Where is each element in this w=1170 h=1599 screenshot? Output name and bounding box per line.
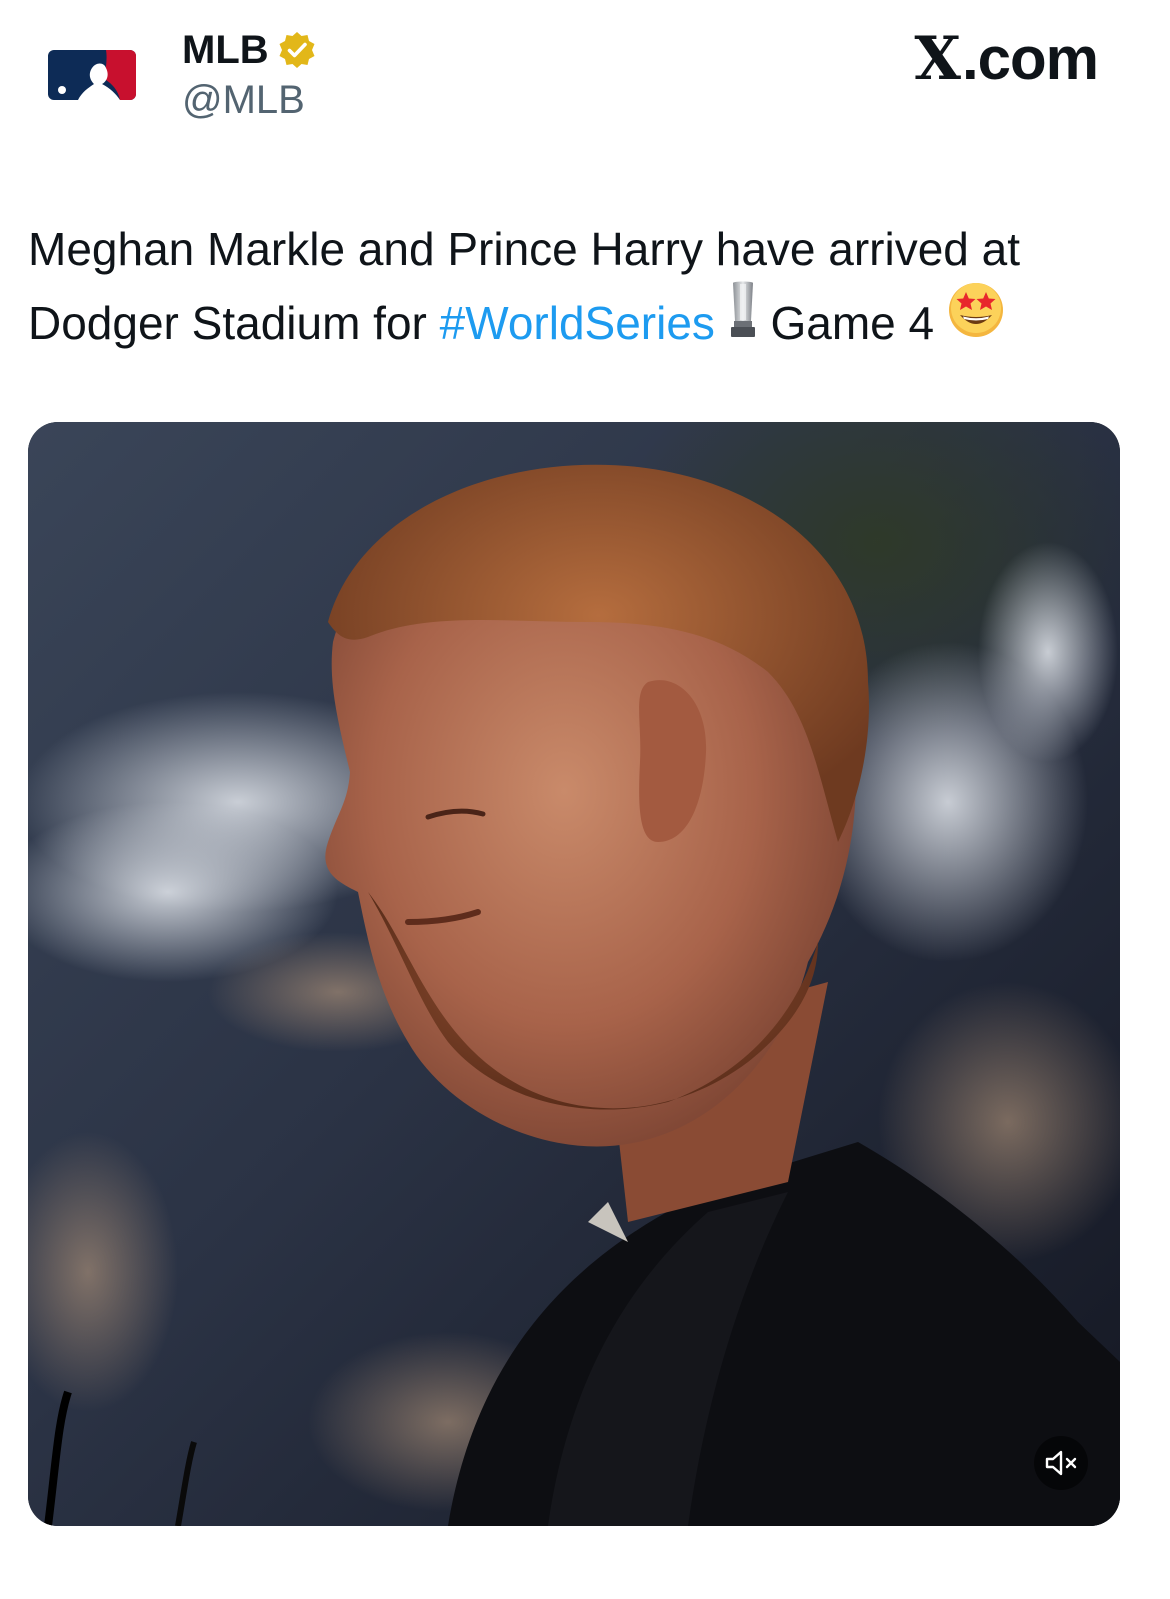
x-com-label: .com (961, 25, 1099, 92)
x-logo-icon: X (914, 24, 961, 94)
tweet-text: Meghan Markle and Prince Harry have arri… (28, 212, 1138, 366)
hashtag-link[interactable]: #WorldSeries (440, 297, 715, 349)
tweet-text-part2: Game 4 (757, 297, 947, 349)
author-name-row[interactable]: MLB (182, 26, 317, 74)
speaker-muted-icon (1045, 1450, 1077, 1476)
verified-badge-icon (277, 30, 317, 70)
mute-button[interactable] (1034, 1436, 1088, 1490)
star-struck-emoji (947, 281, 1005, 360)
tweet-header: MLB @MLB X .com (0, 0, 1170, 150)
video-frame (28, 422, 1120, 1526)
x-com-brand[interactable]: X .com (914, 24, 1099, 94)
author-display-name[interactable]: MLB (182, 28, 269, 73)
mlb-logo[interactable] (48, 50, 136, 100)
trophy-icon (728, 281, 758, 360)
author-handle[interactable]: @MLB (182, 78, 305, 123)
video-player[interactable] (28, 422, 1120, 1526)
